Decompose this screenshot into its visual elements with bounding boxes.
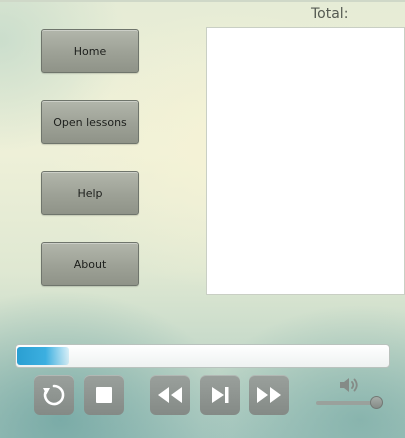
replay-icon bbox=[43, 384, 65, 406]
stop-icon bbox=[96, 387, 112, 403]
replay-button[interactable] bbox=[34, 375, 74, 415]
total-label: Total: bbox=[311, 6, 349, 22]
lesson-content-panel[interactable] bbox=[206, 27, 405, 295]
speaker-icon bbox=[340, 378, 358, 392]
rewind-button[interactable] bbox=[150, 375, 190, 415]
volume-slider-thumb[interactable] bbox=[370, 396, 383, 409]
stop-button[interactable] bbox=[84, 375, 124, 415]
fast-forward-icon bbox=[257, 387, 281, 403]
skip-next-icon bbox=[212, 387, 229, 403]
rewind-icon bbox=[158, 387, 182, 403]
help-button[interactable]: Help bbox=[41, 171, 139, 215]
about-button[interactable]: About bbox=[41, 242, 139, 286]
home-button[interactable]: Home bbox=[41, 29, 139, 73]
progress-bar[interactable] bbox=[15, 344, 390, 368]
skip-next-button[interactable] bbox=[200, 375, 240, 415]
open-lessons-button[interactable]: Open lessons bbox=[41, 100, 139, 144]
fast-forward-button[interactable] bbox=[249, 375, 289, 415]
progress-fill bbox=[17, 347, 69, 365]
top-border bbox=[0, 0, 405, 2]
